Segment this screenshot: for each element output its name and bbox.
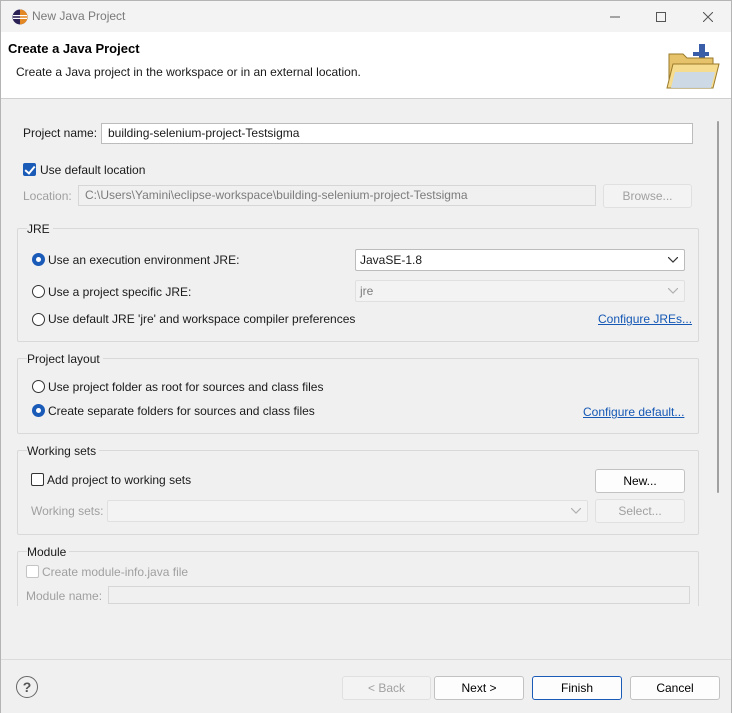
chevron-down-icon (668, 257, 678, 263)
add-to-working-sets-checkbox[interactable] (31, 473, 44, 486)
project-name-input[interactable]: building-selenium-project-Testsigma (101, 123, 693, 144)
close-icon (703, 11, 713, 22)
working-sets-label: Working sets: (31, 504, 104, 518)
banner-description: Create a Java project in the workspace o… (16, 65, 361, 79)
working-sets-select[interactable] (107, 500, 588, 522)
location-label: Location: (23, 189, 72, 203)
jre-specific-select[interactable]: jre (355, 280, 685, 302)
select-working-sets-button[interactable]: Select... (595, 499, 685, 523)
configure-jres-link[interactable]: Configure JREs... (598, 312, 692, 326)
use-default-location-checkbox[interactable] (23, 163, 36, 176)
location-input[interactable]: C:\Users\Yamini\eclipse-workspace\buildi… (78, 185, 596, 206)
project-name-label: Project name: (23, 126, 98, 140)
jre-specific-label[interactable]: Use a project specific JRE: (48, 285, 191, 299)
back-button[interactable]: < Back (342, 676, 431, 700)
browse-button[interactable]: Browse... (603, 184, 692, 208)
layout-separate-label[interactable]: Create separate folders for sources and … (48, 404, 315, 418)
scrollbar[interactable] (717, 121, 719, 493)
new-working-set-button[interactable]: New... (595, 469, 685, 493)
maximize-button[interactable] (638, 1, 684, 32)
title-bar[interactable]: New Java Project (1, 1, 731, 32)
maximize-icon (656, 11, 666, 22)
add-to-working-sets-label[interactable]: Add project to working sets (47, 473, 191, 487)
jre-env-label[interactable]: Use an execution environment JRE: (48, 253, 239, 267)
jre-env-radio[interactable] (32, 253, 45, 266)
jre-default-radio[interactable] (32, 313, 45, 326)
minimize-button[interactable] (592, 1, 638, 32)
minimize-icon (610, 16, 620, 17)
scroll-clip (1, 606, 731, 659)
project-layout-group-title: Project layout (27, 352, 103, 366)
java-project-folder-icon (666, 44, 720, 89)
project-layout-group (17, 358, 699, 434)
jre-specific-radio[interactable] (32, 285, 45, 298)
wizard-banner: Create a Java Project Create a Java proj… (1, 32, 731, 99)
module-name-label: Module name: (26, 589, 103, 603)
jre-specific-select-value: jre (360, 284, 374, 298)
layout-root-radio[interactable] (32, 380, 45, 393)
layout-separate-radio[interactable] (32, 404, 45, 417)
working-sets-group-title: Working sets (27, 444, 100, 458)
wizard-content: Project name: building-selenium-project-… (1, 100, 731, 659)
chevron-down-icon (571, 508, 581, 514)
cancel-button[interactable]: Cancel (630, 676, 720, 700)
configure-default-link[interactable]: Configure default... (583, 405, 684, 419)
module-name-input[interactable] (108, 586, 690, 604)
next-button[interactable]: Next > (434, 676, 524, 700)
chevron-down-icon (668, 288, 678, 294)
finish-button[interactable]: Finish (532, 676, 622, 700)
create-module-info-label[interactable]: Create module-info.java file (42, 565, 188, 579)
create-module-info-checkbox[interactable] (26, 565, 39, 578)
wizard-footer: ? < Back Next > Finish Cancel (1, 659, 731, 713)
new-java-project-dialog: New Java Project Create a Java Project C… (0, 0, 732, 713)
use-default-location-label[interactable]: Use default location (40, 163, 145, 177)
jre-default-label[interactable]: Use default JRE 'jre' and workspace comp… (48, 312, 355, 326)
close-button[interactable] (685, 1, 731, 32)
layout-root-label[interactable]: Use project folder as root for sources a… (48, 380, 323, 394)
module-group-title: Module (27, 545, 70, 559)
help-icon[interactable]: ? (16, 676, 38, 698)
eclipse-icon (12, 9, 28, 25)
jre-env-select-value: JavaSE-1.8 (360, 253, 423, 267)
jre-env-select[interactable]: JavaSE-1.8 (355, 249, 685, 271)
banner-title: Create a Java Project (8, 41, 140, 56)
window-title: New Java Project (32, 9, 126, 23)
jre-group-title: JRE (27, 222, 53, 236)
